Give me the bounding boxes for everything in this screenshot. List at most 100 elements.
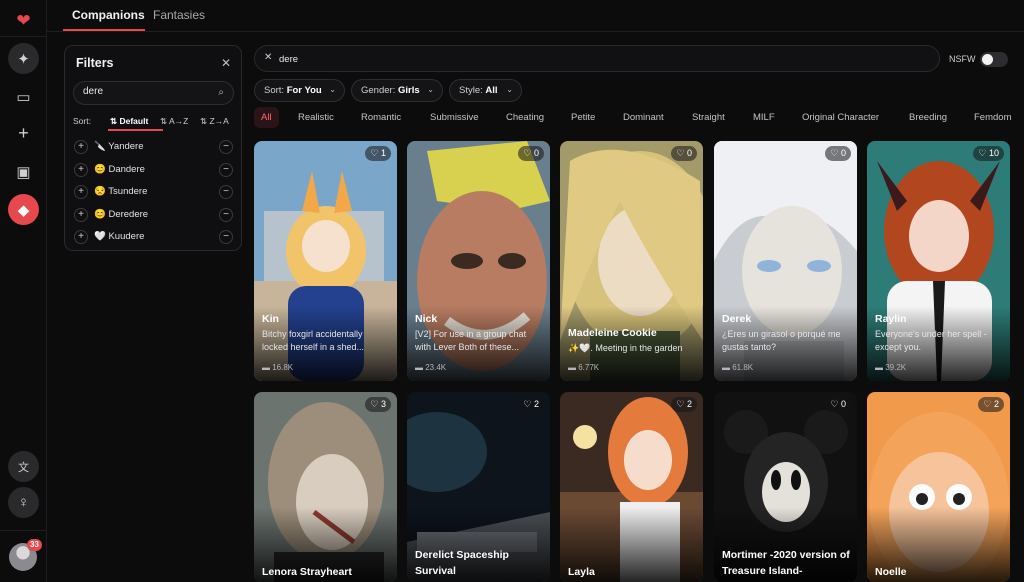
- filter-item-label: 🤍 Kuudere: [94, 231, 145, 242]
- search-icon[interactable]: ⌕: [218, 87, 224, 98]
- like-count: 1: [380, 148, 386, 158]
- character-card[interactable]: ♡ 2 Layla: [560, 392, 703, 582]
- like-count: 0: [840, 148, 846, 158]
- card-name: Noelle: [875, 566, 907, 578]
- filter-item-label: 🔪 Yandere: [94, 141, 144, 152]
- card-description: [V2] For use in a group chat with Lever …: [415, 329, 527, 352]
- gem-icon[interactable]: ◆: [8, 194, 39, 225]
- minus-icon[interactable]: −: [219, 140, 233, 154]
- card-name: Lenora Strayheart: [262, 566, 352, 578]
- chat-icon: ▬: [415, 363, 423, 372]
- like-count: 0: [686, 148, 692, 158]
- minus-icon[interactable]: −: [219, 208, 233, 222]
- nsfw-label: NSFW: [949, 54, 976, 64]
- like-count: 2: [993, 399, 999, 409]
- likes-badge[interactable]: ♡ 2: [518, 397, 544, 412]
- search-bar[interactable]: ✕ dere: [254, 45, 940, 72]
- like-count: 0: [840, 399, 846, 409]
- chat-count: ▬ 61.8K: [722, 363, 754, 372]
- card-description: Bitchy foxgirl accidentally locked herse…: [262, 329, 365, 352]
- sort-az[interactable]: ⇅ A→Z: [160, 116, 188, 127]
- chat-icon: ▬: [568, 363, 576, 372]
- filter-item: + 😊 Deredere −: [73, 208, 235, 224]
- plus-icon[interactable]: +: [74, 163, 88, 177]
- image-add-icon[interactable]: ▣: [8, 156, 39, 187]
- card-name: Madeleine Cookie: [568, 327, 657, 339]
- style-dropdown[interactable]: Style: All ⌄: [449, 79, 522, 102]
- likes-badge[interactable]: ♡ 3: [365, 397, 391, 412]
- chat-icon: ▬: [875, 363, 883, 372]
- card-name: Raylin: [875, 313, 907, 325]
- category-chip[interactable]: Realistic: [298, 112, 334, 123]
- likes-badge[interactable]: ♡ 0: [518, 146, 544, 161]
- nsfw-toggle[interactable]: [980, 52, 1008, 67]
- likes-badge[interactable]: ♡ 2: [671, 397, 697, 412]
- minus-icon[interactable]: −: [219, 230, 233, 244]
- clear-search-icon[interactable]: ✕: [264, 52, 272, 63]
- chevron-down-icon: ⌄: [506, 85, 513, 94]
- character-card[interactable]: ♡ 0 Derek ¿Eres un girasol o porqué me gus…: [714, 141, 857, 381]
- top-tabs: Companions Fantasies: [47, 0, 1024, 32]
- card-name: Derelict Spaceship Survival: [415, 549, 509, 577]
- character-card[interactable]: ♡ 0 Mortimer -2020 version of Treasure Is…: [714, 392, 857, 582]
- character-card[interactable]: ♡ 0 Madeleine Cookie ✨🤍. Meeting in the ga…: [560, 141, 703, 381]
- character-card[interactable]: ♡ 3 Lenora Strayheart: [254, 392, 397, 582]
- search-input[interactable]: dere: [279, 54, 298, 65]
- likes-badge[interactable]: ♡ 0: [671, 146, 697, 161]
- category-chip[interactable]: Petite: [571, 112, 595, 123]
- sort-indicator: [108, 129, 163, 131]
- plus-icon[interactable]: +: [74, 185, 88, 199]
- card-name: Layla: [568, 566, 595, 578]
- category-chip[interactable]: MILF: [753, 112, 775, 123]
- like-count: 3: [380, 399, 386, 409]
- likes-badge[interactable]: ♡ 0: [825, 397, 851, 412]
- tab-fantasies[interactable]: Fantasies: [153, 8, 205, 22]
- character-card[interactable]: ♡ 0 Nick [V2] For use in a group chat with…: [407, 141, 550, 381]
- likes-badge[interactable]: ♡ 0: [825, 146, 851, 161]
- plus-icon[interactable]: +: [74, 140, 88, 154]
- category-chip[interactable]: Cheating: [506, 112, 544, 123]
- rail-divider: [0, 530, 47, 531]
- category-chip[interactable]: Romantic: [361, 112, 401, 123]
- translate-icon[interactable]: 文: [8, 451, 39, 482]
- chat-count: ▬ 16.8K: [262, 363, 294, 372]
- likes-badge[interactable]: ♡ 1: [365, 146, 391, 161]
- filter-sort-row: Sort: ⇅ Default ⇅ A→Z ⇅ Z→A: [73, 116, 235, 132]
- lightbulb-icon[interactable]: ♀: [8, 487, 39, 518]
- gender-dropdown[interactable]: Gender: Girls ⌄: [351, 79, 443, 102]
- character-card[interactable]: ♡ 10 Raylin Everyone's under her spell - e…: [867, 141, 1010, 381]
- character-card[interactable]: ♡ 2 Noelle: [867, 392, 1010, 582]
- character-card[interactable]: ♡ 2 Derelict Spaceship Survival: [407, 392, 550, 582]
- active-tab-indicator: [63, 29, 145, 31]
- plus-icon[interactable]: +: [74, 208, 88, 222]
- left-rail: ❤ ✦ ▭ + ▣ ◆ 文 ♀ 33: [0, 0, 47, 582]
- tab-companions[interactable]: Companions: [72, 8, 145, 22]
- minus-icon[interactable]: −: [219, 185, 233, 199]
- filter-item: + 🤍 Kuudere −: [73, 230, 235, 246]
- chat-icon[interactable]: ▭: [8, 81, 39, 112]
- category-chip[interactable]: Dominant: [623, 112, 664, 123]
- sparkles-icon[interactable]: ✦: [8, 43, 39, 74]
- character-card[interactable]: ♡ 1 Kin Bitchy foxgirl accidentally locked…: [254, 141, 397, 381]
- category-chip[interactable]: Submissive: [430, 112, 479, 123]
- close-icon[interactable]: ✕: [221, 56, 231, 70]
- sort-za[interactable]: ⇅ Z→A: [200, 116, 229, 127]
- sort-dropdown[interactable]: Sort: For You ⌄: [254, 79, 345, 102]
- plus-icon[interactable]: +: [74, 230, 88, 244]
- filter-search-input[interactable]: [83, 86, 203, 97]
- category-chip[interactable]: Original Character: [802, 112, 879, 123]
- likes-badge[interactable]: ♡ 2: [978, 397, 1004, 412]
- like-count: 10: [988, 148, 999, 158]
- like-count: 2: [686, 399, 692, 409]
- category-chip[interactable]: All: [254, 107, 279, 128]
- sort-default[interactable]: ⇅ Default: [110, 116, 148, 127]
- minus-icon[interactable]: −: [219, 163, 233, 177]
- likes-badge[interactable]: ♡ 10: [973, 146, 1004, 161]
- category-chip[interactable]: Straight: [692, 112, 725, 123]
- category-chip[interactable]: Breeding: [909, 112, 947, 123]
- plus-icon[interactable]: +: [8, 118, 39, 149]
- heart-pulse-icon[interactable]: ❤: [8, 5, 39, 36]
- rail-divider: [0, 36, 47, 37]
- category-chip[interactable]: Femdom: [974, 112, 1011, 123]
- filter-item-label: 😊 Deredere: [94, 209, 149, 220]
